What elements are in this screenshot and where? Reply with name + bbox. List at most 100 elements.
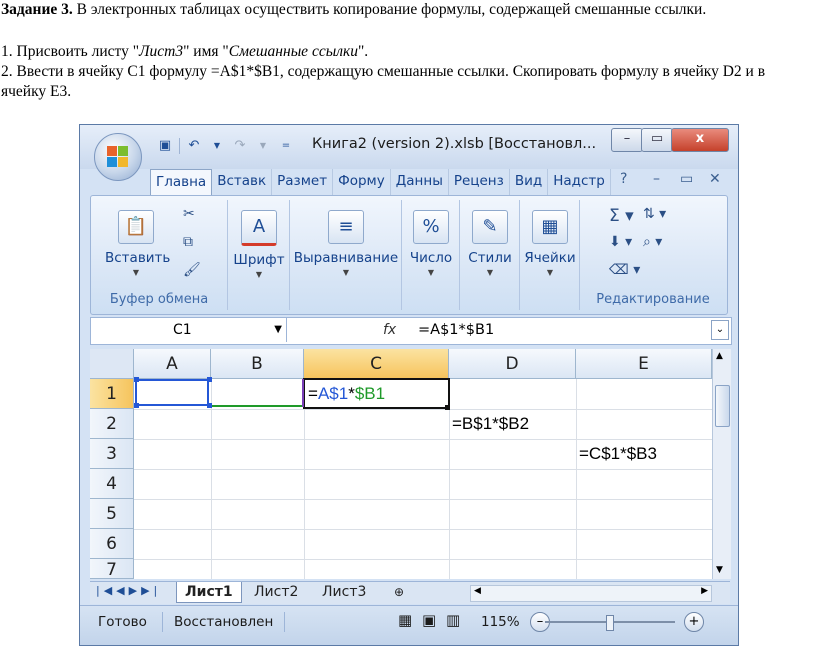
cells-button[interactable]: ▦ Ячейки ▼: [523, 210, 577, 277]
zoom-level[interactable]: 115%: [481, 614, 520, 630]
tab-view[interactable]: Вид: [510, 169, 549, 195]
name-box[interactable]: C1 ▼: [91, 318, 287, 342]
sheet-tab-1[interactable]: Лист1: [176, 582, 242, 603]
font-button[interactable]: A Шрифт ▼: [231, 210, 287, 279]
tab-page-layout[interactable]: Размет: [272, 169, 334, 195]
format-painter-icon[interactable]: 🖌: [183, 262, 201, 278]
font-label: Шрифт: [233, 252, 285, 268]
tab-data[interactable]: Данны: [391, 169, 449, 195]
cell-d2[interactable]: =B$1*$B2: [452, 409, 529, 439]
column-header-a[interactable]: A: [134, 349, 211, 379]
row-header-4[interactable]: 4: [90, 469, 134, 499]
sort-filter-icon[interactable]: ⇅ ▾: [643, 206, 666, 222]
cut-icon[interactable]: ✂: [183, 206, 195, 222]
row-header-6[interactable]: 6: [90, 529, 134, 559]
scroll-down-icon[interactable]: ▼: [716, 565, 723, 575]
column-header-b[interactable]: B: [211, 349, 304, 379]
row-header-2[interactable]: 2: [90, 409, 134, 439]
insert-function-icon[interactable]: fx: [383, 318, 396, 342]
customize-qat-icon[interactable]: =: [277, 137, 295, 155]
expand-formula-bar-icon[interactable]: ⌄: [711, 320, 729, 340]
group-cells[interactable]: ▦ Ячейки ▼: [521, 200, 580, 310]
paste-button[interactable]: 📋 Вставить ▼: [105, 210, 170, 277]
zoom-slider[interactable]: [545, 615, 675, 631]
redo-dropdown-icon[interactable]: ▼: [254, 137, 272, 155]
editing-group-label: Редактирование: [596, 292, 710, 307]
formula-input[interactable]: =A$1*$B1: [418, 318, 494, 342]
alignment-button[interactable]: ≡ Выравнивание ▼: [293, 210, 399, 277]
tab-addins[interactable]: Надстр: [548, 169, 611, 195]
column-header-c[interactable]: C: [304, 349, 449, 379]
save-icon[interactable]: ▣: [156, 137, 174, 155]
fill-icon[interactable]: ⬇ ▾: [609, 234, 632, 250]
help-icon[interactable]: ?: [620, 171, 627, 187]
vertical-scroll-thumb[interactable]: [715, 385, 730, 427]
scroll-up-icon[interactable]: ▲: [716, 351, 723, 361]
fill-handle[interactable]: [445, 405, 450, 410]
gridline: [211, 379, 212, 579]
insert-sheet-icon[interactable]: ⊕: [386, 582, 412, 602]
gridline: [134, 559, 712, 560]
vertical-scrollbar[interactable]: ▲ ▼: [712, 349, 731, 579]
column-header-d[interactable]: D: [449, 349, 576, 379]
column-header-e[interactable]: E: [576, 349, 712, 379]
tab-formulas[interactable]: Форму: [333, 169, 391, 195]
zoom-slider-thumb[interactable]: [606, 615, 614, 631]
spreadsheet-grid[interactable]: A B C D E 1 2 3 4 5 6 7 =A$1*$B1 =B$1*$B…: [90, 349, 712, 579]
sheet-nav-icons[interactable]: |◀◀▶▶|: [96, 584, 161, 597]
number-dropdown-icon: ▼: [427, 268, 435, 277]
group-number[interactable]: % Число ▼: [403, 200, 460, 310]
horizontal-scrollbar[interactable]: ◀ ▶: [470, 585, 712, 602]
ribbon-minimize-icon[interactable]: –: [653, 171, 660, 187]
cell-c1[interactable]: =A$1*$B1: [308, 379, 385, 409]
tab-home[interactable]: Главна: [150, 169, 213, 196]
task-heading: Задание 3. В электронных таблицах осущес…: [1, 0, 813, 20]
styles-dropdown-icon: ▼: [486, 268, 494, 277]
step1-sheet: Лист3: [139, 43, 184, 60]
page-break-view-icon[interactable]: ▥: [446, 611, 460, 629]
group-styles[interactable]: ✎ Стили ▼: [461, 200, 520, 310]
row-header-1[interactable]: 1: [90, 379, 134, 409]
scroll-right-icon[interactable]: ▶: [701, 586, 708, 596]
group-font[interactable]: A Шрифт ▼: [229, 200, 290, 310]
workbook-close-icon[interactable]: ✕: [709, 171, 721, 187]
name-box-dropdown-icon[interactable]: ▼: [274, 318, 282, 342]
workbook-restore-icon[interactable]: ▭: [680, 171, 693, 187]
cells-label: Ячейки: [524, 250, 576, 266]
styles-label: Стили: [468, 250, 512, 266]
gridline: [134, 469, 712, 470]
ref-highlight-a1: [135, 379, 209, 406]
cell-e3[interactable]: =C$1*$B3: [579, 439, 657, 469]
row-header-5[interactable]: 5: [90, 499, 134, 529]
tab-insert[interactable]: Вставк: [212, 169, 273, 195]
normal-view-icon[interactable]: ▦: [398, 611, 412, 629]
clear-icon[interactable]: ⌫ ▾: [609, 262, 640, 278]
scroll-left-icon[interactable]: ◀: [474, 586, 481, 596]
group-alignment[interactable]: ≡ Выравнивание ▼: [291, 200, 402, 310]
undo-dropdown-icon[interactable]: ▼: [208, 137, 226, 155]
copy-icon[interactable]: ⧉: [183, 234, 193, 250]
page-layout-view-icon[interactable]: ▣: [422, 611, 436, 629]
office-button[interactable]: [94, 133, 142, 181]
row-header-3[interactable]: 3: [90, 439, 134, 469]
paste-dropdown-icon: ▼: [132, 268, 140, 277]
tab-review[interactable]: Реценз: [449, 169, 510, 195]
undo-icon[interactable]: ↶: [185, 137, 203, 155]
close-button[interactable]: x: [671, 128, 729, 152]
minimize-button[interactable]: –: [611, 128, 643, 152]
ref-handle: [134, 403, 139, 408]
zoom-in-icon[interactable]: +: [684, 612, 704, 632]
maximize-button[interactable]: ▭: [641, 128, 673, 152]
title-bar: ▣ ↶ ▼ ↷ ▼ = Книга2 (version 2).xlsb [Вос…: [80, 125, 738, 181]
row-header-7[interactable]: 7: [90, 559, 134, 579]
sheet-tab-3[interactable]: Лист3: [314, 582, 374, 602]
sheet-tab-2[interactable]: Лист2: [246, 582, 306, 602]
redo-icon[interactable]: ↷: [231, 137, 249, 155]
number-button[interactable]: % Число ▼: [405, 210, 457, 277]
find-select-icon[interactable]: ⌕ ▾: [643, 234, 662, 250]
autosum-icon[interactable]: Σ ▾: [609, 206, 634, 226]
select-all-corner[interactable]: [90, 349, 134, 379]
ribbon-tabs: Главна Вставк Размет Форму Данны Реценз …: [150, 169, 611, 196]
styles-button[interactable]: ✎ Стили ▼: [463, 210, 517, 277]
c1-equals: =: [308, 384, 318, 403]
